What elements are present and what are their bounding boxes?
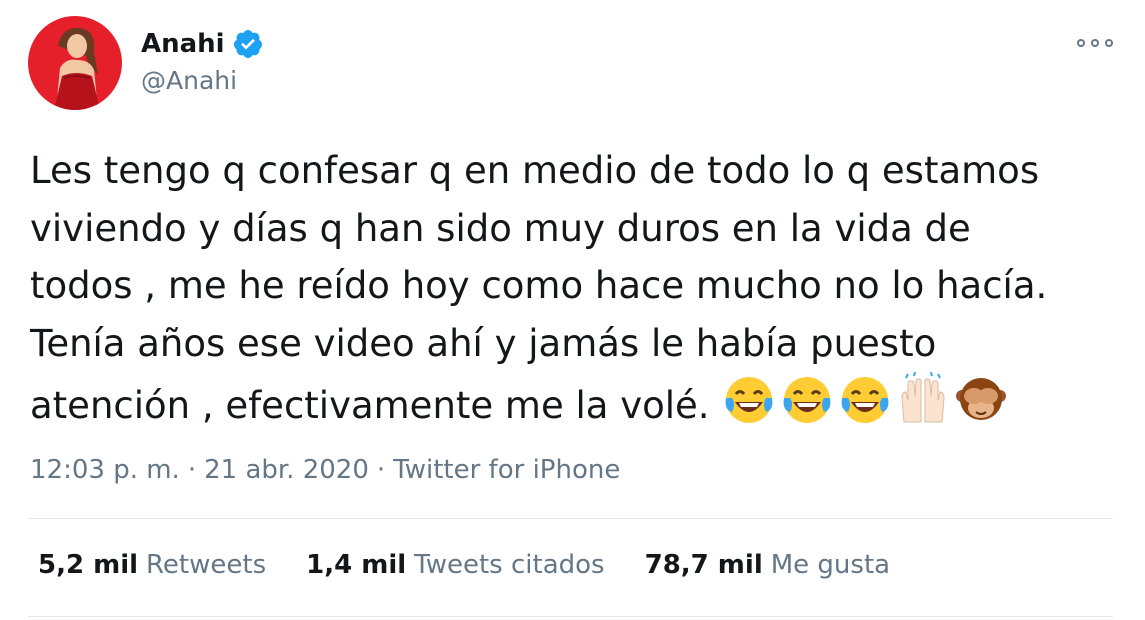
quote-tweets-count: 1,4 mil xyxy=(306,550,407,580)
see-no-evil-monkey-icon xyxy=(954,372,1008,426)
tweet-time[interactable]: 12:03 p. m. xyxy=(30,455,180,485)
meta-separator: · xyxy=(187,455,197,485)
author-display-name[interactable]: Anahi xyxy=(141,29,225,59)
tweet-body: Les tengo q confesar q en medio de todo … xyxy=(30,142,1115,435)
laughing-crying-face-icon xyxy=(838,372,892,426)
more-options-icon[interactable] xyxy=(1077,34,1113,52)
meta-separator: · xyxy=(376,455,386,485)
tweet-emojis xyxy=(722,372,1008,426)
laughing-crying-face-icon xyxy=(780,372,834,426)
retweets-stat[interactable]: 5,2 mil Retweets xyxy=(38,550,266,580)
tweet-source[interactable]: Twitter for iPhone xyxy=(393,455,620,485)
quote-tweets-stat[interactable]: 1,4 mil Tweets citados xyxy=(306,550,604,580)
divider xyxy=(28,518,1113,519)
likes-stat[interactable]: 78,7 mil Me gusta xyxy=(645,550,890,580)
verified-badge-icon xyxy=(232,28,264,60)
tweet-date[interactable]: 21 abr. 2020 xyxy=(204,455,369,485)
raised-hands-icon xyxy=(896,372,950,426)
more-dot xyxy=(1077,39,1085,47)
laughing-crying-face-icon xyxy=(722,372,776,426)
tweet-meta: 12:03 p. m. · 21 abr. 2020 · Twitter for… xyxy=(30,455,620,485)
author-name-row[interactable]: Anahi xyxy=(141,26,264,62)
more-dot xyxy=(1091,39,1099,47)
profile-photo xyxy=(28,16,122,110)
divider xyxy=(28,616,1113,617)
more-dot xyxy=(1105,39,1113,47)
retweets-count: 5,2 mil xyxy=(38,550,139,580)
likes-label: Me gusta xyxy=(770,550,891,580)
likes-count: 78,7 mil xyxy=(644,550,763,580)
avatar[interactable] xyxy=(28,16,122,110)
retweets-label: Retweets xyxy=(146,550,267,580)
author-handle[interactable]: @Anahi xyxy=(141,66,237,95)
quote-tweets-label: Tweets citados xyxy=(414,550,605,580)
tweet-stats: 5,2 mil Retweets 1,4 mil Tweets citados 78… xyxy=(38,550,930,580)
